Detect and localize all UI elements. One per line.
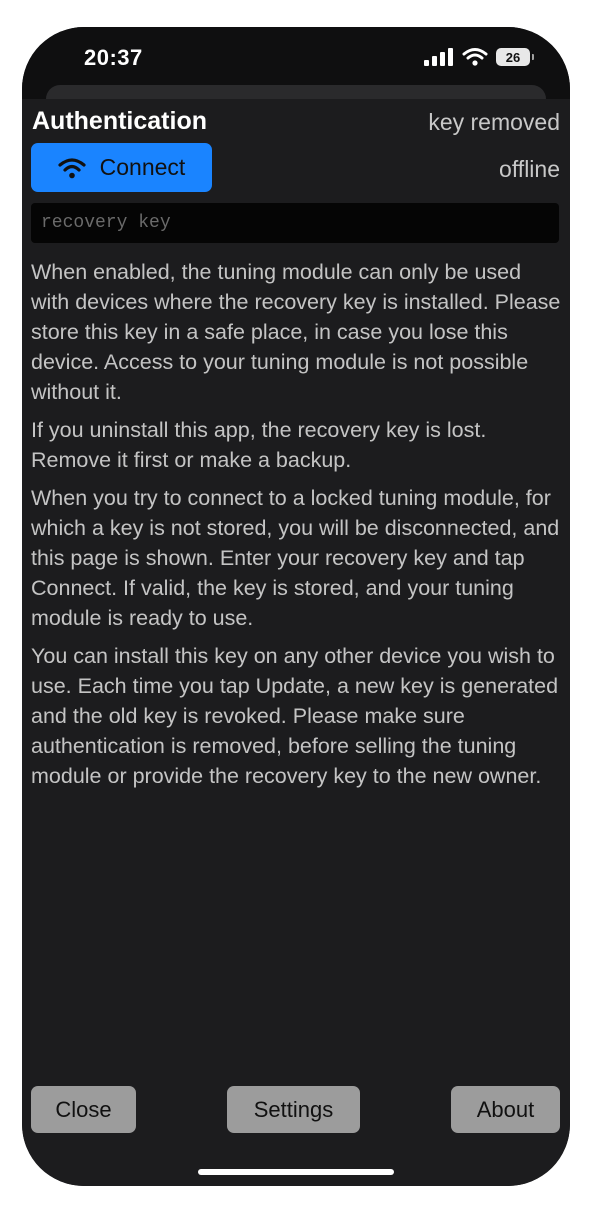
key-status-label: key removed: [428, 109, 560, 135]
connect-label: Connect: [99, 154, 186, 180]
wifi-icon: [462, 48, 488, 66]
cellular-signal-icon: [424, 48, 453, 66]
close-button[interactable]: Close: [31, 1086, 136, 1133]
description-paragraph: If you uninstall this app, the recovery …: [31, 418, 487, 472]
description-paragraph: You can install this key on any other de…: [31, 644, 559, 788]
connect-button[interactable]: Connect: [31, 143, 212, 192]
status-time: 20:37: [84, 45, 143, 70]
page-title: Authentication: [32, 107, 207, 135]
description-paragraph: When enabled, the tuning module can only…: [31, 260, 561, 404]
battery-icon: 26: [496, 48, 534, 66]
battery-level: 26: [505, 49, 521, 65]
authentication-sheet: Authentication key removed Connect offli…: [22, 99, 570, 1186]
status-icons: 26: [424, 47, 534, 67]
wifi-icon: [58, 157, 86, 178]
phone-screen: 20:37 26 Authentication key removed Conn…: [22, 27, 570, 1186]
settings-button[interactable]: Settings: [227, 1086, 360, 1133]
about-button[interactable]: About: [451, 1086, 560, 1133]
connection-status: offline: [499, 156, 560, 182]
description-paragraph: When you try to connect to a locked tuni…: [31, 486, 560, 630]
description-text: When enabled, the tuning module can only…: [31, 257, 563, 799]
recovery-key-input[interactable]: [31, 203, 559, 243]
home-indicator[interactable]: [198, 1169, 394, 1175]
